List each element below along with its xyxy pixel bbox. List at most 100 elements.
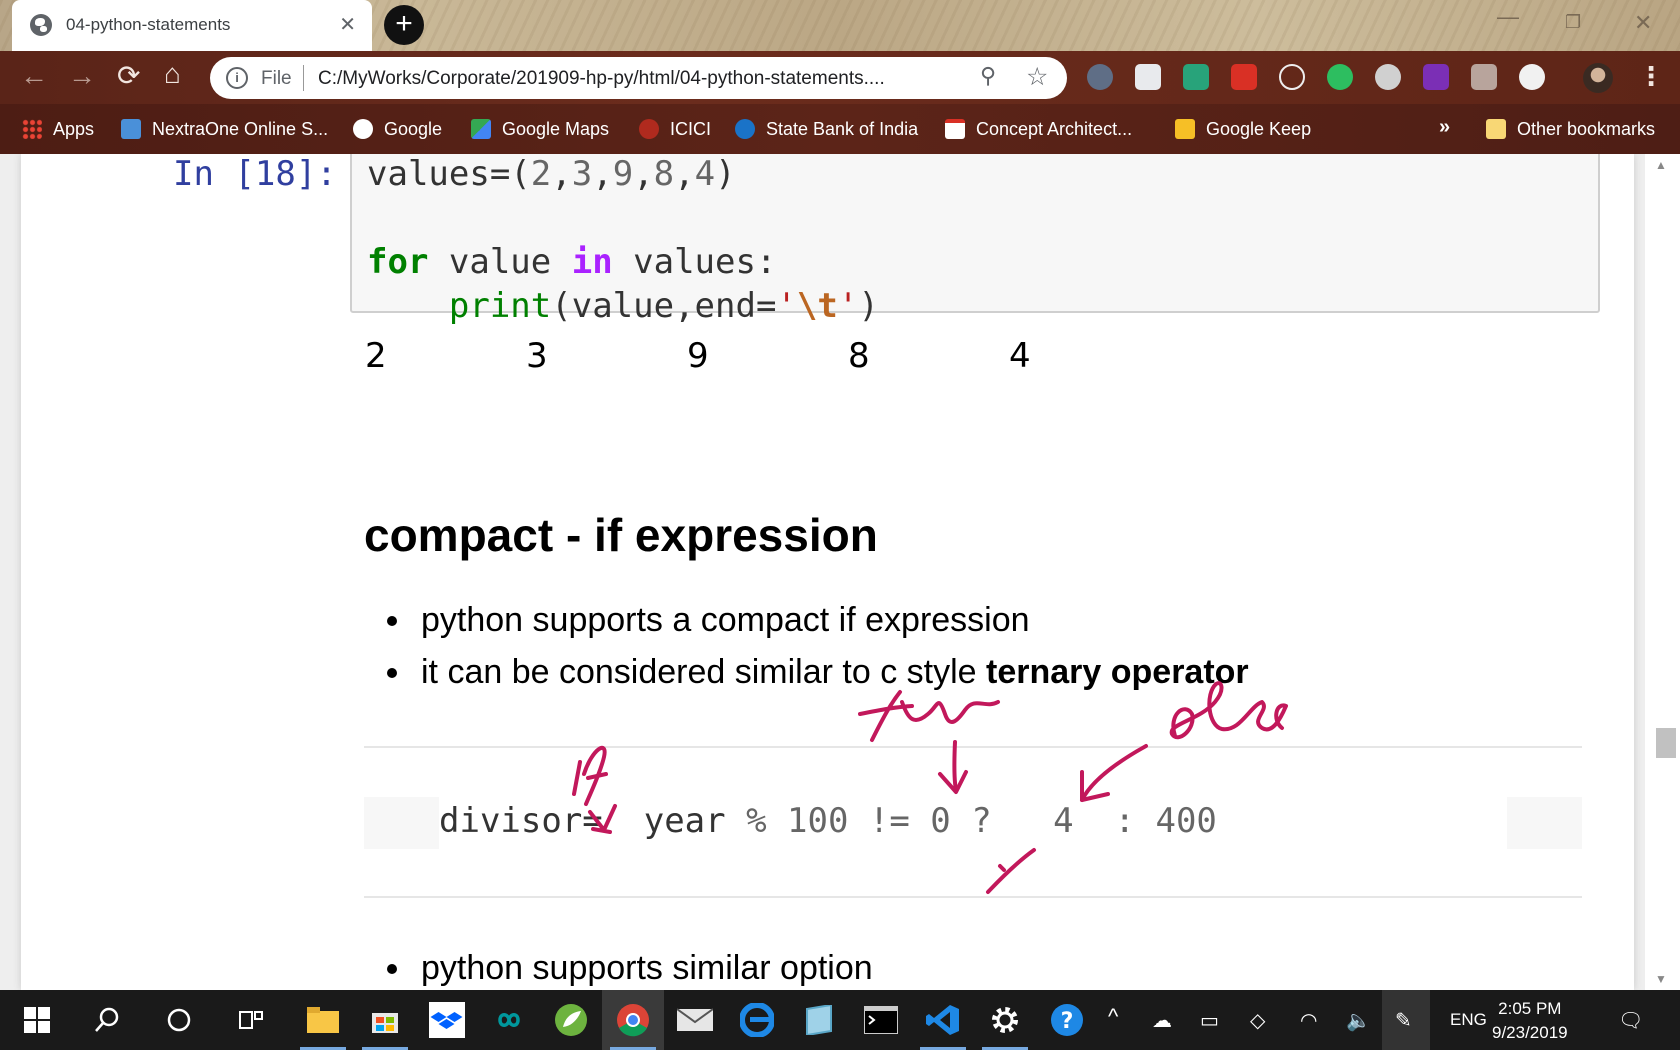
clock[interactable]: 2:05 PM 9/23/2019	[1492, 997, 1568, 1045]
ink-if-stroke	[586, 772, 608, 780]
dropbox-button[interactable]	[416, 990, 478, 1050]
bookmarks-bar: Apps NextraOne Online S... Google Google…	[0, 104, 1680, 154]
new-tab-button[interactable]: +	[384, 5, 424, 45]
home-icon[interactable]: ⌂	[164, 59, 181, 89]
chevron-up-icon[interactable]: ^	[1108, 1004, 1118, 1030]
ink-then-stroke	[858, 690, 914, 742]
browser-tab[interactable]: 04-python-statements ✕	[12, 0, 372, 51]
google-maps-icon	[471, 119, 491, 139]
folder-icon	[1486, 119, 1506, 139]
spring-leaf-icon	[555, 1004, 587, 1036]
dropbox-icon	[429, 1002, 465, 1038]
extension-circle-icon[interactable]	[1375, 64, 1401, 90]
window-close-icon[interactable]: ✕	[1634, 10, 1652, 36]
vertical-scrollbar[interactable]: ▲ ▼	[1645, 154, 1680, 990]
terminal-icon	[864, 1006, 898, 1034]
terminal-button[interactable]	[850, 990, 912, 1050]
language-indicator[interactable]: ENG	[1450, 1010, 1487, 1030]
help-icon: ?	[1051, 1004, 1083, 1036]
url-text[interactable]: C:/MyWorks/Corporate/201909-hp-py/html/0…	[318, 68, 885, 90]
gear-icon	[992, 1007, 1018, 1033]
url-separator	[303, 65, 304, 91]
extension-onenote-icon[interactable]	[1423, 64, 1449, 90]
extension-pushbullet-icon[interactable]	[1183, 64, 1209, 90]
bookmark-concept-architect[interactable]: Concept Architect...	[945, 115, 1132, 143]
extension-json-icon[interactable]	[1519, 64, 1545, 90]
vscode-button[interactable]	[912, 990, 974, 1050]
volume-icon[interactable]: 🔈	[1346, 1008, 1371, 1033]
bookmark-label: Concept Architect...	[976, 118, 1133, 139]
cortana-button[interactable]	[148, 990, 210, 1050]
bookmark-label: NextraOne Online S...	[152, 118, 329, 139]
ink-check-stroke	[986, 848, 1036, 894]
wifi-icon[interactable]: ◠	[1300, 1008, 1317, 1033]
google-icon	[353, 119, 373, 139]
chrome-button[interactable]	[602, 990, 664, 1050]
tab-close-icon[interactable]: ✕	[339, 12, 356, 37]
bookmark-star-icon[interactable]: ☆	[1026, 62, 1048, 92]
search-icon	[95, 1007, 119, 1032]
reload-icon[interactable]: ⟳	[117, 61, 140, 91]
info-icon[interactable]: i	[226, 67, 248, 89]
ink-mark-stroke	[591, 827, 612, 834]
url-scheme: File	[261, 68, 292, 89]
search-button[interactable]	[76, 990, 138, 1050]
windows-taskbar: ? ^ ☁ ▭ ◇ ◠ 🔈 ✎ ENG 2:05 PM 9/23/2019 🗨	[0, 990, 1680, 1050]
bookmark-google-keep[interactable]: Google Keep	[1175, 115, 1311, 143]
mail-button[interactable]	[664, 990, 726, 1050]
edge-button[interactable]	[726, 990, 788, 1050]
restore-icon[interactable]: ❐	[1565, 12, 1581, 33]
clock-date: 9/23/2019	[1492, 1023, 1568, 1042]
settings-button[interactable]	[974, 990, 1036, 1050]
ink-else-stroke	[1169, 681, 1288, 740]
zoom-icon[interactable]: ⚲	[980, 63, 996, 89]
notifications-icon[interactable]: 🗨	[1618, 1008, 1643, 1033]
ink-arrow-stroke	[952, 740, 958, 792]
mail-icon	[677, 1008, 713, 1031]
extension-evernote-icon[interactable]	[1327, 64, 1353, 90]
extension-dropbox-icon[interactable]	[1471, 64, 1497, 90]
other-bookmarks[interactable]: Other bookmarks	[1486, 115, 1655, 143]
spring-tool-suite-button[interactable]	[540, 990, 602, 1050]
browser-toolbar: ← → ⟳ ⌂ i File C:/MyWorks/Corporate/2019…	[0, 51, 1680, 104]
more-bookmarks-button[interactable]: »	[1439, 116, 1450, 139]
kebab-menu-icon[interactable]: ⋮	[1638, 61, 1664, 92]
scroll-up-icon[interactable]: ▲	[1655, 158, 1667, 172]
bookmark-google-maps[interactable]: Google Maps	[471, 115, 609, 143]
extension-train-icon[interactable]	[1135, 64, 1161, 90]
scroll-down-icon[interactable]: ▼	[1655, 972, 1667, 986]
icici-icon	[639, 119, 659, 139]
onedrive-icon[interactable]: ☁	[1152, 1008, 1172, 1033]
scroll-thumb[interactable]	[1656, 728, 1676, 758]
back-icon[interactable]: ←	[20, 61, 48, 91]
battery-icon[interactable]: ▭	[1200, 1008, 1219, 1033]
bookmark-sbi[interactable]: State Bank of India	[735, 115, 918, 143]
minimize-icon[interactable]: —	[1497, 4, 1519, 30]
address-bar[interactable]: i File C:/MyWorks/Corporate/201909-hp-py…	[210, 57, 1067, 99]
task-view-button[interactable]	[220, 990, 282, 1050]
help-button[interactable]: ?	[1036, 990, 1098, 1050]
forward-icon[interactable]: →	[68, 61, 96, 91]
store-button[interactable]	[354, 990, 416, 1050]
bookmark-label: State Bank of India	[766, 118, 919, 139]
extension-react-icon[interactable]	[1279, 64, 1305, 90]
notes-button[interactable]	[788, 990, 850, 1050]
file-explorer-button[interactable]	[292, 990, 354, 1050]
extension-x-icon[interactable]	[1087, 64, 1113, 90]
pen-annotation-layer	[572, 681, 1288, 894]
ink-then-stroke	[900, 700, 1000, 724]
bookmark-apps[interactable]: Apps	[22, 115, 94, 143]
bookmark-icici[interactable]: ICICI	[639, 115, 711, 143]
arduino-button[interactable]	[478, 990, 540, 1050]
profile-avatar[interactable]	[1583, 63, 1613, 93]
pen-workspace-button[interactable]: ✎	[1382, 990, 1430, 1050]
ink-check-stroke	[998, 864, 1006, 872]
extension-gmail-icon[interactable]	[1231, 64, 1257, 90]
notepad-icon	[806, 1005, 832, 1035]
title-bar: 04-python-statements ✕ + — ❐ ✕	[0, 0, 1680, 51]
dropbox-tray-icon[interactable]: ◇	[1250, 1008, 1265, 1033]
start-button[interactable]	[6, 990, 68, 1050]
bookmark-label: Google Maps	[502, 118, 610, 139]
bookmark-google[interactable]: Google	[353, 115, 442, 143]
bookmark-nextraone[interactable]: NextraOne Online S...	[121, 115, 328, 143]
